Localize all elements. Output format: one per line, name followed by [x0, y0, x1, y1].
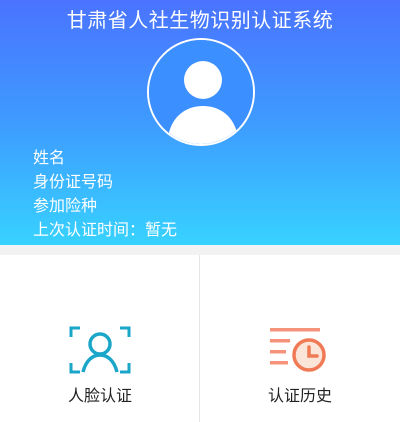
face-scan-icon: [69, 326, 131, 374]
name-field: 姓名: [33, 148, 66, 167]
avatar[interactable]: [147, 38, 255, 146]
id-number-field: 身份证号码: [33, 172, 114, 191]
auth-history-button[interactable]: 认证历史: [200, 255, 400, 422]
auth-history-label: 认证历史: [267, 386, 332, 405]
profile-info: 姓名 身份证号码 参加险种 上次认证时间：暂无: [33, 146, 177, 242]
insurance-field: 参加险种: [33, 196, 98, 215]
app-title: 甘肃省人社生物识别认证系统: [66, 8, 334, 32]
profile-header: 甘肃省人社生物识别认证系统 姓名 身份证号码 参加险种 上次认证时间：暂无: [0, 0, 400, 245]
face-auth-label: 人脸认证: [67, 386, 132, 405]
history-clock-icon: [270, 328, 326, 372]
action-cards: 人脸认证 认证历史: [0, 255, 400, 422]
face-auth-button[interactable]: 人脸认证: [0, 255, 200, 422]
user-avatar-icon: [149, 40, 253, 144]
last-auth-time: 上次认证时间：暂无: [33, 220, 178, 239]
